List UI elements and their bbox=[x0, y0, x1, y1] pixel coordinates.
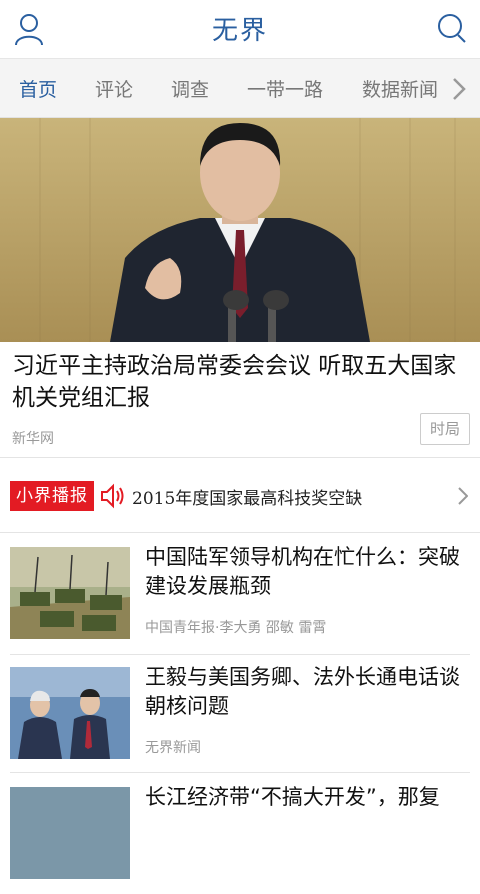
more-tabs-button[interactable] bbox=[440, 59, 480, 117]
news-thumbnail bbox=[10, 547, 130, 639]
chevron-right-icon[interactable] bbox=[458, 487, 469, 509]
search-button[interactable] bbox=[436, 12, 468, 46]
hero-headline[interactable]: 习近平主持政治局常委会会议 听取五大国家机关党组汇报 bbox=[12, 350, 466, 414]
news-headline[interactable]: 王毅与美国务卿、法外长通电话谈朝核问题 bbox=[145, 663, 466, 721]
news-headline[interactable]: 中国陆军领导机构在忙什么：突破建设发展瓶颈 bbox=[145, 543, 466, 601]
tab-survey[interactable]: 调查 bbox=[171, 75, 209, 102]
tab-home[interactable]: 首页 bbox=[19, 75, 57, 102]
tab-comment[interactable]: 评论 bbox=[95, 75, 133, 102]
hero-category-tag[interactable]: 时局 bbox=[420, 413, 470, 445]
tab-data-news[interactable]: 数据新闻 bbox=[362, 75, 438, 102]
hero-source: 新华网 bbox=[12, 431, 54, 447]
news-thumbnail bbox=[10, 667, 130, 759]
list-item[interactable]: 中国陆军领导机构在忙什么：突破建设发展瓶颈 中国青年报·李大勇 邵敏 雷霄 bbox=[0, 536, 480, 654]
divider bbox=[0, 532, 480, 533]
hero-image[interactable] bbox=[0, 118, 480, 342]
broadcast-logo: 小界播报 bbox=[10, 481, 94, 511]
tab-belt-road[interactable]: 一带一路 bbox=[247, 75, 323, 102]
news-headline[interactable]: 长江经济带“不搞大开发”，那复 bbox=[145, 783, 466, 812]
news-source: 无界新闻 bbox=[145, 740, 201, 756]
speaker-icon bbox=[100, 482, 126, 510]
search-icon bbox=[438, 14, 466, 43]
category-tabs: 首页 评论 调查 一带一路 数据新闻 bbox=[0, 59, 480, 118]
list-item[interactable]: 长江经济带“不搞大开发”，那复 bbox=[0, 776, 480, 894]
divider bbox=[10, 654, 470, 655]
divider bbox=[0, 457, 480, 458]
app-header: 无界 bbox=[0, 0, 480, 59]
broadcast-headline[interactable]: 2015年度国家最高科技奖空缺 bbox=[132, 484, 362, 509]
news-thumbnail bbox=[10, 787, 130, 879]
list-item[interactable]: 王毅与美国务卿、法外长通电话谈朝核问题 无界新闻 bbox=[0, 656, 480, 774]
chevron-right-icon bbox=[453, 78, 466, 100]
app-title: 无界 bbox=[211, 16, 268, 46]
divider bbox=[10, 772, 470, 773]
news-source: 中国青年报·李大勇 邵敏 雷霄 bbox=[145, 620, 327, 636]
hero-photo bbox=[0, 118, 480, 342]
